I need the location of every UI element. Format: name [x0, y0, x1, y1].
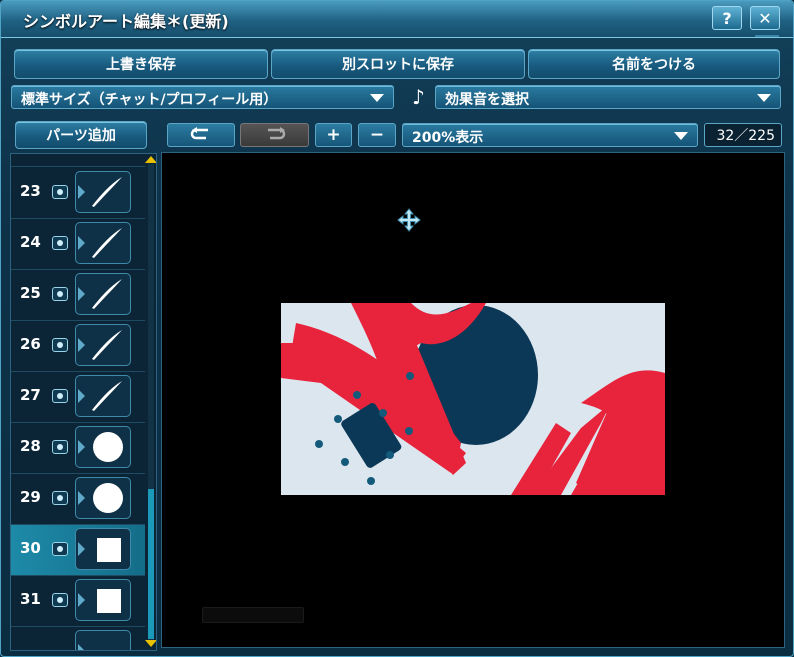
expand-arrow-icon: [78, 338, 85, 352]
undo-button[interactable]: [167, 123, 235, 147]
stroke-shape-icon: [92, 381, 122, 411]
visibility-eye-icon[interactable]: [52, 593, 68, 607]
layer-number: 23: [20, 182, 41, 200]
chevron-down-icon: [757, 94, 771, 102]
add-parts-button[interactable]: パーツ追加: [15, 121, 147, 149]
title-bar: シンボルアート編集＊(更新) ? ✕: [1, 1, 793, 38]
redo-button[interactable]: [240, 123, 309, 147]
chevron-down-icon: [370, 94, 384, 102]
layer-row[interactable]: 27: [11, 372, 145, 423]
square-shape-icon: [97, 589, 121, 613]
window-title: シンボルアート編集＊(更新): [23, 12, 229, 31]
layer-thumbnail[interactable]: [75, 477, 131, 519]
music-note-icon: ♪: [412, 85, 425, 109]
expand-arrow-icon: [78, 440, 85, 454]
layer-thumbnail[interactable]: [75, 171, 131, 213]
scroll-down-arrow[interactable]: [145, 640, 156, 647]
size-select-value: 標準サイズ（チャット/プロフィール用）: [21, 92, 278, 108]
chevron-down-icon: [674, 132, 688, 140]
save-other-slot-button[interactable]: 別スロットに保存: [271, 49, 525, 79]
name-it-button[interactable]: 名前をつける: [528, 49, 780, 79]
decor-line: [755, 35, 779, 37]
layer-row-partial[interactable]: [11, 627, 145, 650]
expand-arrow-icon: [78, 185, 85, 199]
sound-select[interactable]: 効果音を選択: [435, 85, 781, 109]
layer-number: 26: [20, 335, 41, 353]
layer-thumbnail[interactable]: [75, 222, 131, 264]
visibility-eye-icon[interactable]: [52, 287, 68, 301]
move-cursor-icon: [397, 208, 421, 232]
layer-thumbnail[interactable]: [75, 528, 131, 570]
circle-shape-icon: [93, 432, 123, 462]
layer-row-partial[interactable]: [11, 154, 145, 167]
layer-row[interactable]: 24: [11, 219, 145, 270]
part-counter: 32／225: [704, 123, 782, 147]
expand-arrow-icon: [78, 389, 85, 403]
layer-number: 24: [20, 233, 41, 251]
horizontal-scrollbar[interactable]: [202, 607, 304, 623]
scroll-up-arrow[interactable]: [145, 156, 156, 163]
layer-row[interactable]: 31: [11, 576, 145, 627]
circle-shape-icon: [93, 483, 123, 513]
visibility-eye-icon[interactable]: [52, 440, 68, 454]
zoom-select-value: 200%表示: [412, 130, 484, 146]
expand-arrow-icon: [78, 236, 85, 250]
stroke-shape-icon: [92, 228, 122, 258]
layer-thumbnail[interactable]: [75, 273, 131, 315]
symbol-art-preview: [281, 303, 665, 495]
layer-number: 29: [20, 488, 41, 506]
layer-number: 30: [20, 539, 41, 557]
layer-number: 25: [20, 284, 41, 302]
visibility-eye-icon[interactable]: [52, 491, 68, 505]
zoom-out-button[interactable]: −: [358, 123, 396, 147]
help-button[interactable]: ?: [712, 6, 742, 30]
expand-arrow-icon: [78, 491, 85, 505]
layer-row[interactable]: 30: [11, 525, 145, 576]
layer-number: 27: [20, 386, 41, 404]
layer-thumbnail[interactable]: [75, 630, 131, 650]
square-shape-icon: [97, 538, 121, 562]
expand-arrow-icon: [78, 287, 85, 301]
layer-thumbnail[interactable]: [75, 375, 131, 417]
close-button[interactable]: ✕: [750, 6, 780, 30]
visibility-eye-icon[interactable]: [52, 185, 68, 199]
scrollbar-thumb[interactable]: [148, 489, 154, 639]
layer-row[interactable]: 29: [11, 474, 145, 525]
size-select[interactable]: 標準サイズ（チャット/プロフィール用）: [11, 85, 394, 109]
layer-row[interactable]: 25: [11, 270, 145, 321]
layer-row[interactable]: 26: [11, 321, 145, 372]
expand-arrow-icon: [78, 593, 85, 607]
undo-icon: [190, 127, 208, 140]
layer-thumbnail[interactable]: [75, 426, 131, 468]
stroke-shape-icon: [92, 330, 122, 360]
visibility-eye-icon[interactable]: [52, 338, 68, 352]
stroke-shape-icon: [92, 177, 122, 207]
redo-icon: [267, 127, 285, 140]
layer-row[interactable]: 23: [11, 168, 145, 219]
expand-arrow-icon: [78, 644, 85, 650]
expand-arrow-icon: [78, 542, 85, 556]
layer-number: 28: [20, 437, 41, 455]
layer-row[interactable]: 28: [11, 423, 145, 474]
symbol-art-editor-window: シンボルアート編集＊(更新) ? ✕ 上書き保存 別スロットに保存 名前をつける…: [0, 0, 794, 657]
art-canvas[interactable]: [161, 152, 785, 648]
layer-thumbnail[interactable]: [75, 579, 131, 621]
layer-list[interactable]: 23 24 25 26 27 28 29 30 31: [10, 153, 157, 651]
layer-thumbnail[interactable]: [75, 324, 131, 366]
stroke-shape-icon: [92, 279, 122, 309]
visibility-eye-icon[interactable]: [52, 236, 68, 250]
visibility-eye-icon[interactable]: [52, 389, 68, 403]
visibility-eye-icon[interactable]: [52, 542, 68, 556]
zoom-select[interactable]: 200%表示: [402, 123, 698, 147]
layer-number: 31: [20, 590, 41, 608]
zoom-in-button[interactable]: +: [315, 123, 352, 147]
sound-select-value: 効果音を選択: [445, 92, 529, 108]
overwrite-save-button[interactable]: 上書き保存: [14, 49, 268, 79]
